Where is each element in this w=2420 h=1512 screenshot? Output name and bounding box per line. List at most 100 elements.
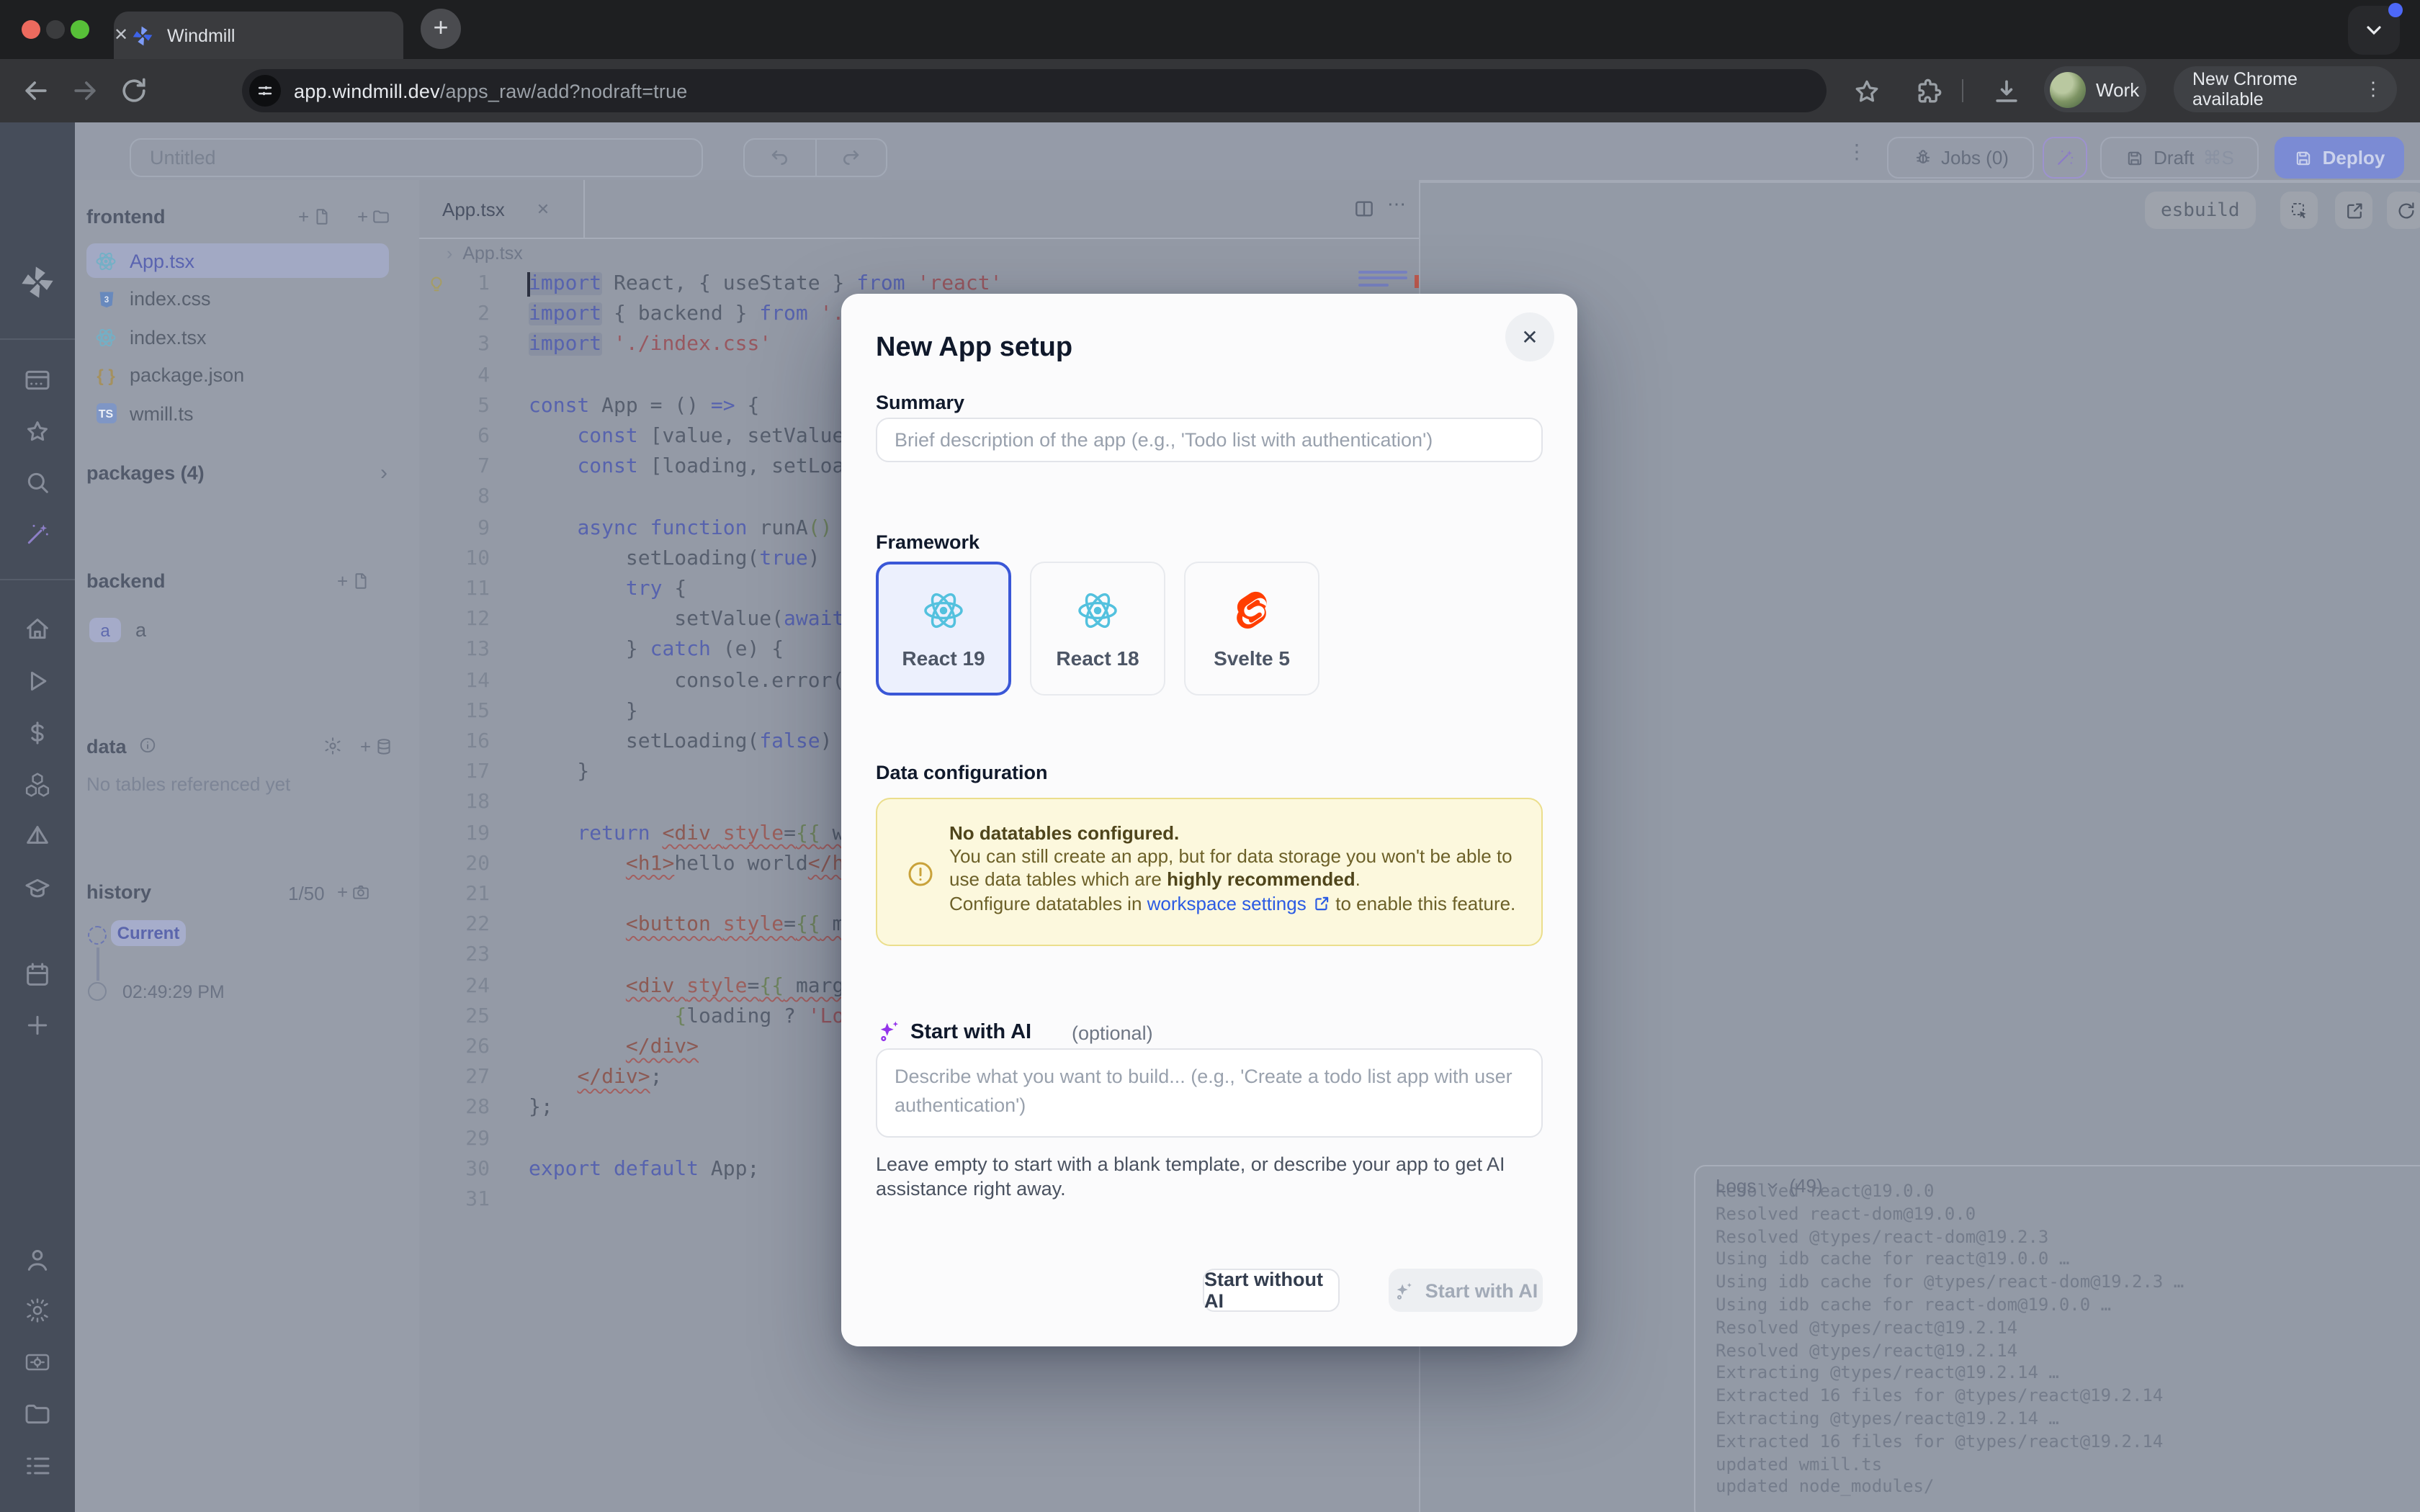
graduation-cap-icon[interactable]: [23, 874, 52, 903]
warning-icon: [906, 860, 935, 888]
browser-toolbar: app.windmill.dev/apps_raw/add?nodraft=tr…: [0, 59, 2420, 122]
jobs-button[interactable]: Jobs (0): [1887, 137, 2034, 179]
backend-item-name[interactable]: a: [135, 619, 146, 641]
line-number: 25: [419, 1002, 490, 1032]
undo-button[interactable]: [745, 140, 816, 176]
summary-input[interactable]: [876, 418, 1543, 462]
windmill-logo[interactable]: [19, 264, 56, 301]
boxes-icon[interactable]: [23, 770, 52, 799]
user-icon[interactable]: [23, 1246, 52, 1274]
open-external-button[interactable]: [2335, 192, 2372, 229]
editor-tab-close-icon[interactable]: ✕: [537, 199, 550, 218]
ai-wand-button[interactable]: [2043, 137, 2087, 179]
draft-button[interactable]: Draft ⌘S: [2100, 137, 2259, 179]
extensions-icon[interactable]: [1913, 76, 1945, 108]
app-toolbar: Untitled ⋮ Jobs (0) Draft ⌘S Deploy: [75, 122, 2420, 181]
file-item-package-json[interactable]: { }package.json: [86, 358, 389, 392]
window-close-button[interactable]: [22, 19, 40, 38]
history-snapshot-button[interactable]: +: [337, 881, 369, 903]
esbuild-badge: esbuild: [2145, 192, 2256, 229]
external-link-icon[interactable]: [1312, 894, 1330, 912]
new-tab-button[interactable]: +: [421, 9, 461, 49]
start-without-ai-button[interactable]: Start without AI: [1203, 1269, 1340, 1312]
tab-search-button[interactable]: [2348, 6, 2400, 55]
framework-card-react-19[interactable]: React 19: [876, 562, 1011, 696]
address-bar[interactable]: app.windmill.dev/apps_raw/add?nodraft=tr…: [242, 69, 1827, 112]
browser-tab[interactable]: Windmill ✕: [114, 12, 403, 59]
folder-icon[interactable]: [23, 1400, 52, 1428]
chevron-down-icon: [1765, 1178, 1780, 1194]
editor-tab[interactable]: App.tsx ✕: [419, 180, 585, 238]
pyramid-icon[interactable]: [23, 822, 52, 851]
site-settings-icon[interactable]: [249, 75, 281, 107]
settings-panel-icon[interactable]: [23, 1348, 52, 1377]
log-line: Resolved react-dom@19.0.0: [1716, 1204, 1976, 1224]
framework-card-svelte-5[interactable]: Svelte 5: [1184, 562, 1319, 696]
packages-section[interactable]: packages (4): [86, 462, 205, 484]
tab-close-icon[interactable]: ✕: [114, 20, 1113, 50]
datatables-warning: No datatables configured. You can still …: [876, 798, 1543, 946]
framework-card-react-18[interactable]: React 18: [1030, 562, 1165, 696]
jobs-label: Jobs (0): [1941, 147, 2009, 168]
data-settings-gear-icon[interactable]: [323, 736, 343, 756]
reload-icon[interactable]: [118, 75, 150, 107]
history-node-icon: [88, 982, 107, 1001]
logs-header[interactable]: Logs (49): [1716, 1175, 1823, 1197]
add-file-button[interactable]: +: [298, 206, 331, 228]
toolbar-kebab-icon[interactable]: ⋮: [1847, 140, 1867, 164]
kebab-menu-icon[interactable]: ⋮: [2364, 78, 2383, 101]
backend-add-button[interactable]: +: [337, 570, 369, 592]
code-text: <h1>hello world</h1>: [529, 850, 869, 880]
chrome-update-button[interactable]: New Chrome available ⋮: [2174, 66, 2397, 112]
ai-wand-icon[interactable]: [23, 520, 52, 549]
deploy-button[interactable]: Deploy: [2275, 137, 2404, 179]
star-icon[interactable]: [23, 418, 52, 446]
add-folder-button[interactable]: +: [357, 206, 390, 228]
calendar-icon[interactable]: [23, 960, 52, 989]
info-icon[interactable]: [138, 736, 157, 755]
file-item-wmill-ts[interactable]: TSwmill.ts: [86, 396, 389, 431]
list-icon[interactable]: [23, 1452, 52, 1480]
editor-more-icon[interactable]: ⋯: [1387, 193, 1406, 216]
react-logo-icon: [922, 588, 965, 631]
start-with-ai-button[interactable]: Start with AI: [1389, 1269, 1543, 1312]
packages-chevron-icon[interactable]: ›: [380, 461, 387, 485]
file-item-index-css[interactable]: 3index.css: [86, 282, 389, 316]
avatar: [2050, 71, 2086, 107]
file-item-app-tsx[interactable]: App.tsx: [86, 243, 389, 278]
logs-count: (49): [1789, 1175, 1822, 1197]
file-item-index-tsx[interactable]: index.tsx: [86, 320, 389, 354]
history-current-chip[interactable]: Current: [111, 920, 186, 946]
split-view-icon[interactable]: [1353, 197, 1376, 220]
search-icon[interactable]: [23, 468, 52, 497]
refresh-button[interactable]: [2387, 192, 2420, 229]
plus-icon[interactable]: [23, 1011, 52, 1040]
logs-panel[interactable]: Logs (49) Resolved react@19.0.0Resolved …: [1694, 1165, 2420, 1512]
redo-button[interactable]: [816, 140, 886, 176]
app-window-icon[interactable]: [23, 366, 52, 395]
backend-item-badge[interactable]: a: [89, 618, 121, 642]
ai-prompt-textarea[interactable]: [876, 1048, 1543, 1138]
app-name-input[interactable]: Untitled: [130, 138, 703, 177]
downloads-icon[interactable]: [1991, 76, 2022, 108]
forward-icon[interactable]: [69, 75, 101, 107]
line-number: 5: [419, 392, 490, 422]
select-mode-button[interactable]: [2280, 192, 2318, 229]
play-icon[interactable]: [23, 667, 52, 696]
deploy-label: Deploy: [2323, 147, 2385, 168]
profile-chip[interactable]: Work: [2044, 66, 2146, 112]
history-timestamp[interactable]: 02:49:29 PM: [122, 982, 225, 1002]
add-datatable-button[interactable]: +: [360, 736, 393, 757]
line-number: 29: [419, 1124, 490, 1154]
bookmark-star-icon[interactable]: [1851, 76, 1883, 108]
breadcrumb[interactable]: ›App.tsx: [447, 243, 523, 264]
home-icon[interactable]: [23, 615, 52, 644]
gear-icon[interactable]: [23, 1296, 52, 1325]
modal-close-button[interactable]: ✕: [1505, 312, 1554, 361]
window-minimize-button[interactable]: [46, 19, 65, 38]
back-icon[interactable]: [20, 75, 52, 107]
workspace-settings-link[interactable]: workspace settings: [1147, 892, 1307, 914]
window-zoom-button[interactable]: [71, 19, 89, 38]
data-section-title: data: [86, 736, 127, 757]
dollar-icon[interactable]: [23, 719, 52, 747]
